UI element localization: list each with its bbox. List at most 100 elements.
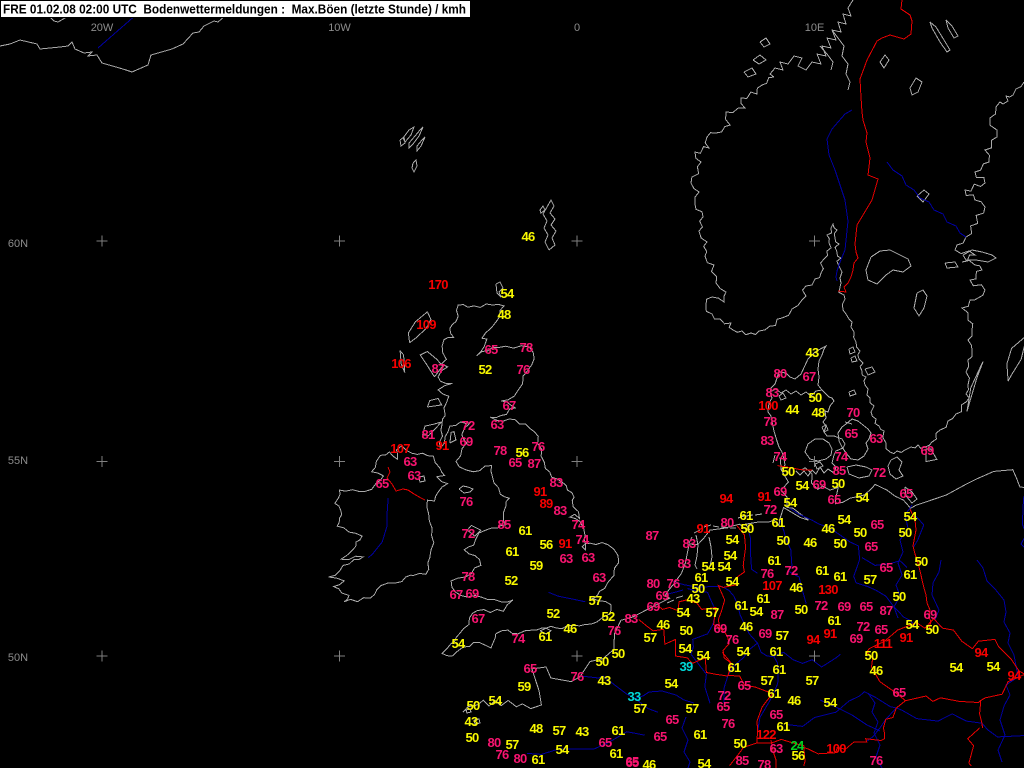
svg-text:76: 76: [869, 753, 883, 768]
svg-text:61: 61: [734, 598, 748, 613]
svg-text:54: 54: [488, 693, 503, 708]
svg-text:63: 63: [592, 570, 606, 585]
svg-text:67: 67: [471, 611, 485, 626]
svg-text:72: 72: [784, 563, 798, 578]
svg-text:54: 54: [736, 644, 751, 659]
svg-text:48: 48: [529, 721, 543, 736]
svg-text:91: 91: [823, 626, 837, 641]
svg-text:100: 100: [826, 741, 846, 756]
svg-text:54: 54: [725, 574, 740, 589]
svg-text:106: 106: [391, 356, 411, 371]
svg-text:46: 46: [642, 757, 656, 768]
svg-text:61: 61: [903, 567, 917, 582]
svg-text:76: 76: [607, 623, 621, 638]
svg-text:74: 74: [511, 631, 526, 646]
svg-text:20W: 20W: [91, 22, 114, 34]
svg-text:78: 78: [461, 569, 475, 584]
svg-text:74: 74: [834, 449, 849, 464]
svg-text:91: 91: [435, 438, 449, 453]
svg-text:48: 48: [811, 405, 825, 420]
svg-text:85: 85: [735, 753, 749, 768]
svg-text:63: 63: [407, 468, 421, 483]
svg-text:65: 65: [864, 539, 878, 554]
svg-text:50: 50: [898, 525, 912, 540]
svg-text:74: 74: [773, 449, 788, 464]
svg-text:57: 57: [633, 701, 647, 716]
svg-text:72: 72: [461, 418, 475, 433]
svg-text:122: 122: [756, 727, 776, 742]
svg-text:67: 67: [502, 398, 516, 413]
svg-text:87: 87: [527, 456, 541, 471]
svg-text:87: 87: [431, 361, 445, 376]
svg-text:54: 54: [986, 659, 1001, 674]
svg-text:65: 65: [508, 455, 522, 470]
svg-text:83: 83: [677, 556, 691, 571]
svg-text:94: 94: [974, 645, 989, 660]
svg-text:52: 52: [504, 573, 518, 588]
svg-text:52: 52: [546, 606, 560, 621]
svg-text:70: 70: [846, 405, 860, 420]
svg-text:54: 54: [855, 490, 870, 505]
svg-text:72: 72: [872, 465, 886, 480]
svg-text:69: 69: [812, 477, 826, 492]
svg-text:69: 69: [920, 443, 934, 458]
svg-text:50: 50: [925, 622, 939, 637]
svg-text:54: 54: [837, 512, 852, 527]
svg-text:43: 43: [464, 714, 478, 729]
svg-text:43: 43: [575, 724, 589, 739]
svg-text:10W: 10W: [328, 22, 351, 34]
svg-text:65: 65: [899, 486, 913, 501]
svg-text:55N: 55N: [8, 455, 28, 467]
svg-text:50: 50: [864, 648, 878, 663]
svg-text:80: 80: [773, 366, 787, 381]
svg-text:57: 57: [863, 572, 877, 587]
svg-text:63: 63: [490, 417, 504, 432]
svg-text:76: 76: [721, 716, 735, 731]
svg-text:50: 50: [611, 646, 625, 661]
svg-text:43: 43: [597, 673, 611, 688]
svg-text:56: 56: [791, 748, 805, 763]
svg-text:63: 63: [769, 741, 783, 756]
svg-text:65: 65: [665, 712, 679, 727]
svg-text:50: 50: [733, 736, 747, 751]
svg-text:54: 54: [676, 605, 691, 620]
svg-text:61: 61: [769, 644, 783, 659]
svg-text:54: 54: [749, 604, 764, 619]
svg-text:78: 78: [493, 443, 507, 458]
svg-text:57: 57: [760, 673, 774, 688]
svg-text:57: 57: [685, 701, 699, 716]
svg-text:46: 46: [789, 580, 803, 595]
svg-text:61: 61: [776, 719, 790, 734]
svg-text:63: 63: [581, 550, 595, 565]
svg-text:87: 87: [645, 528, 659, 543]
svg-text:50: 50: [794, 602, 808, 617]
svg-text:94: 94: [1007, 668, 1022, 683]
svg-text:59: 59: [517, 679, 531, 694]
svg-text:50: 50: [465, 730, 479, 745]
svg-text:91: 91: [696, 521, 710, 536]
svg-text:76: 76: [531, 439, 545, 454]
svg-text:65: 65: [879, 560, 893, 575]
svg-text:48: 48: [497, 307, 511, 322]
svg-text:50: 50: [892, 589, 906, 604]
svg-text:83: 83: [549, 475, 563, 490]
svg-text:65: 65: [484, 342, 498, 357]
svg-text:87: 87: [879, 603, 893, 618]
svg-text:69: 69: [923, 607, 937, 622]
svg-text:57: 57: [705, 605, 719, 620]
svg-text:46: 46: [803, 535, 817, 550]
svg-text:69: 69: [758, 626, 772, 641]
svg-text:43: 43: [686, 591, 700, 606]
svg-text:46: 46: [563, 621, 577, 636]
svg-text:54: 54: [717, 559, 732, 574]
svg-text:69: 69: [837, 599, 851, 614]
svg-text:76: 76: [516, 362, 530, 377]
svg-text:109: 109: [416, 317, 436, 332]
svg-text:50: 50: [466, 698, 480, 713]
svg-text:54: 54: [725, 532, 740, 547]
svg-text:65: 65: [874, 622, 888, 637]
svg-text:74: 74: [575, 532, 590, 547]
svg-text:54: 54: [949, 660, 964, 675]
svg-text:80: 80: [513, 751, 527, 766]
svg-text:54: 54: [451, 636, 466, 651]
